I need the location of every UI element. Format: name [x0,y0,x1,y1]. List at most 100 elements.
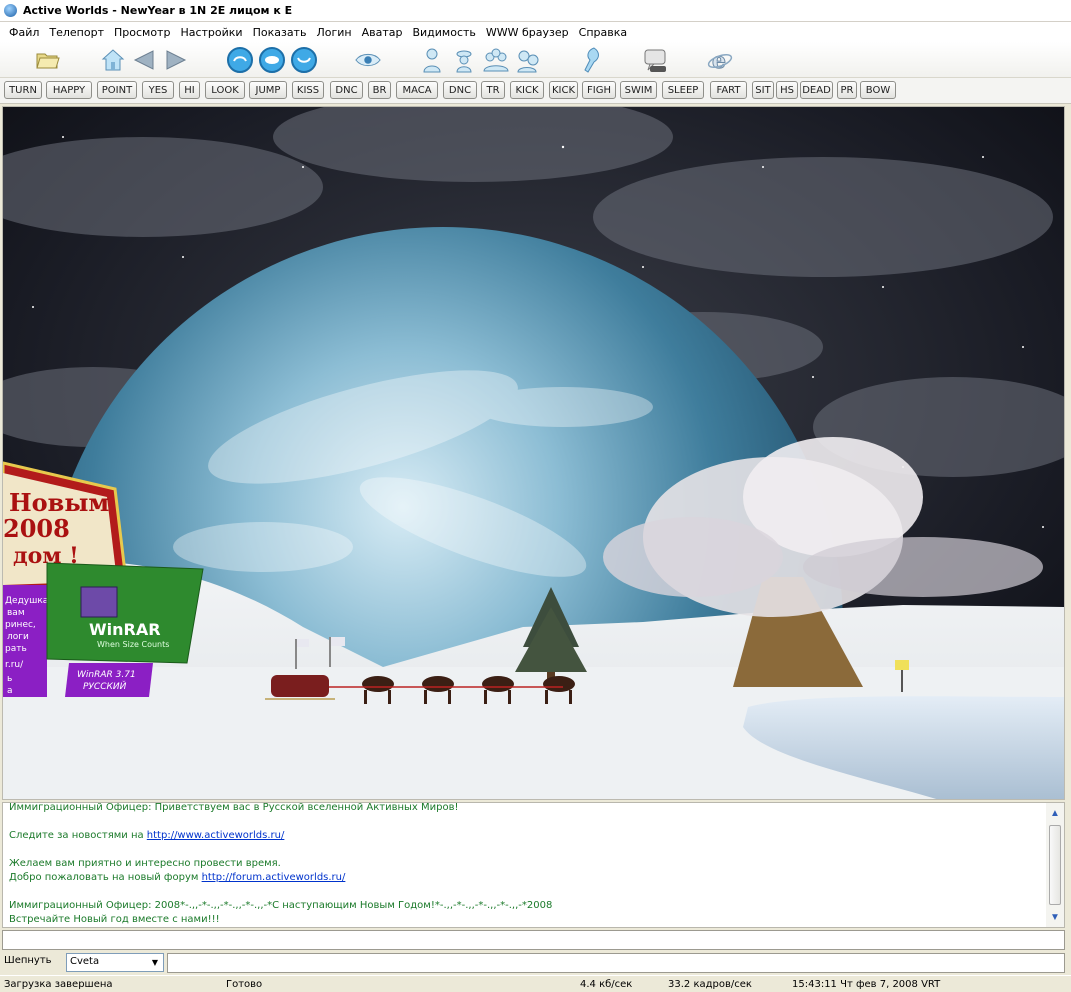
gesture-br-button[interactable]: BR [368,81,391,99]
contacts-icon[interactable] [450,46,478,74]
status-ready: Готово [226,979,263,990]
friends-icon[interactable] [514,46,542,74]
chat-line-text: Следите за новостями на [9,830,147,841]
title-bar: Active Worlds - NewYear в 1N 2E лицом к … [0,0,1071,22]
gesture-bow-button[interactable]: BOW [860,81,896,99]
group-icon[interactable] [482,46,510,74]
gesture-swim-button[interactable]: SWIM [620,81,657,99]
world-viewport[interactable]: Новым 2008 дом ! Дедушка вам ринес, логи… [2,106,1065,800]
gesture-point-button[interactable]: POINT [97,81,137,99]
chat-line: Следите за новостями на http://www.activ… [9,829,1039,843]
side-line-8: а [7,686,13,696]
menu-bar: Файл Телепорт Просмотр Настройки Показат… [0,22,1071,42]
window-title: Active Worlds - NewYear в 1N 2E лицом к … [23,4,293,17]
chat-line: Иммиграционный Офицер: Приветствуем вас … [9,802,459,813]
gesture-happy-button[interactable]: HAPPY [46,81,92,99]
forward-arrow-icon[interactable] [162,46,190,74]
web-browser-icon[interactable]: e [706,46,734,74]
status-fps: 33.2 кадров/сек [668,979,752,990]
scroll-up-arrow-icon[interactable]: ▲ [1048,806,1062,820]
chevron-down-icon[interactable]: ▼ [149,956,161,969]
menu-file[interactable]: Файл [4,24,44,41]
winrar-banner-line-2: РУССКИЙ [83,680,127,692]
status-bar: Загрузка завершена Готово 4.4 кб/сек 33.… [0,975,1071,992]
menu-teleport[interactable]: Телепорт [44,24,109,41]
chat-scrollbar[interactable]: ▲ ▼ [1046,803,1064,927]
gesture-bar: TURN HAPPY POINT YES HI LOOK JUMP KISS D… [0,78,1071,104]
gesture-dnc2-button[interactable]: DNC [443,81,477,99]
menu-settings[interactable]: Настройки [175,24,247,41]
gesture-kiss-button[interactable]: KISS [292,81,324,99]
gesture-turn-button[interactable]: TURN [4,81,42,99]
gesture-sit-button[interactable]: SIT [752,81,774,99]
gesture-pr-button[interactable]: PR [837,81,857,99]
telegram-icon[interactable] [578,46,606,74]
winrar-tagline: When Size Counts [97,640,169,649]
news-link[interactable]: http://www.activeworlds.ru/ [147,830,285,841]
gesture-figh-button[interactable]: FIGH [582,81,616,99]
back-arrow-icon[interactable] [130,46,158,74]
gesture-tr-button[interactable]: TR [481,81,505,99]
window-edge [1065,106,1071,800]
status-loading: Загрузка завершена [4,979,113,990]
world-scene: Новым 2008 дом ! Дедушка вам ринес, логи… [3,107,1064,799]
chat-line: Иммиграционный Офицер: 2008*-.,,-*-.,,-*… [9,900,553,911]
look-icon[interactable] [258,46,286,74]
whisper-recipient-select[interactable]: Cveta ▼ [66,953,164,972]
gesture-maca-button[interactable]: MACA [396,81,438,99]
side-line-3: ринес, [5,620,36,630]
forum-link[interactable]: http://forum.activeworlds.ru/ [202,872,346,883]
gesture-sleep-button[interactable]: SLEEP [662,81,704,99]
gesture-kick-button[interactable]: KICK [510,81,544,99]
chat-icon[interactable] [642,46,670,74]
menu-visibility[interactable]: Видимость [407,24,480,41]
chat-log[interactable]: Иммиграционный Офицер: Приветствуем вас … [2,802,1065,928]
menu-login[interactable]: Логин [311,24,356,41]
say-input[interactable] [167,953,1065,973]
status-speed: 4.4 кб/сек [580,979,633,990]
gesture-hs-button[interactable]: HS [776,81,798,99]
side-line-4: логи [7,632,29,642]
gesture-yes-button[interactable]: YES [142,81,174,99]
home-icon[interactable] [99,46,127,74]
chat-line: Желаем вам приятно и интересно провести … [9,858,281,869]
side-billboard: Дедушка вам ринес, логи рать r.ru/ ь а [3,585,48,697]
status-time: 15:43:11 Чт фев 7, 2008 VRT [792,979,941,990]
menu-www-browser[interactable]: WWW браузер [481,24,574,41]
whisper-row: Шепнуть Cveta ▼ [0,951,1071,975]
icon-toolbar: e [0,42,1071,78]
chat-line: Встречайте Новый год вместе с нами!!! [9,914,220,925]
chat-line [9,843,1039,857]
app-icon [4,4,17,17]
whisper-label: Шепнуть [4,955,52,966]
eye-view-icon[interactable] [354,46,382,74]
svg-text:e: e [712,48,726,74]
winrar-logo: WinRAR [89,620,161,639]
menu-avatar[interactable]: Аватар [357,24,408,41]
menu-help[interactable]: Справка [574,24,632,41]
menu-view[interactable]: Просмотр [109,24,175,41]
chat-line [9,885,1039,899]
gesture-look-button[interactable]: LOOK [205,81,245,99]
menu-show[interactable]: Показать [248,24,312,41]
side-line-5: рать [5,644,27,654]
gesture-jump-button[interactable]: JUMP [249,81,287,99]
billboard-line-1: Новым [9,488,109,517]
avatar-icon[interactable] [418,46,446,74]
gesture-hi-button[interactable]: HI [179,81,200,99]
gesture-dead-button[interactable]: DEAD [800,81,833,99]
side-line-7: ь [7,674,12,684]
turn-right-icon[interactable] [290,46,318,74]
chat-line-text: Добро пожаловать на новый форум [9,872,202,883]
scroll-thumb[interactable] [1049,825,1061,905]
open-folder-icon[interactable] [34,46,62,74]
gesture-fart-button[interactable]: FART [710,81,747,99]
small-sign [895,660,909,670]
chat-line: Добро пожаловать на новый форум http://f… [9,871,1039,885]
turn-left-icon[interactable] [226,46,254,74]
gesture-kick2-button[interactable]: KICK [549,81,578,99]
gesture-dnc-button[interactable]: DNC [330,81,363,99]
billboard-line-2: 2008 [3,514,70,543]
scroll-down-arrow-icon[interactable]: ▼ [1048,910,1062,924]
chat-input[interactable] [2,930,1065,950]
